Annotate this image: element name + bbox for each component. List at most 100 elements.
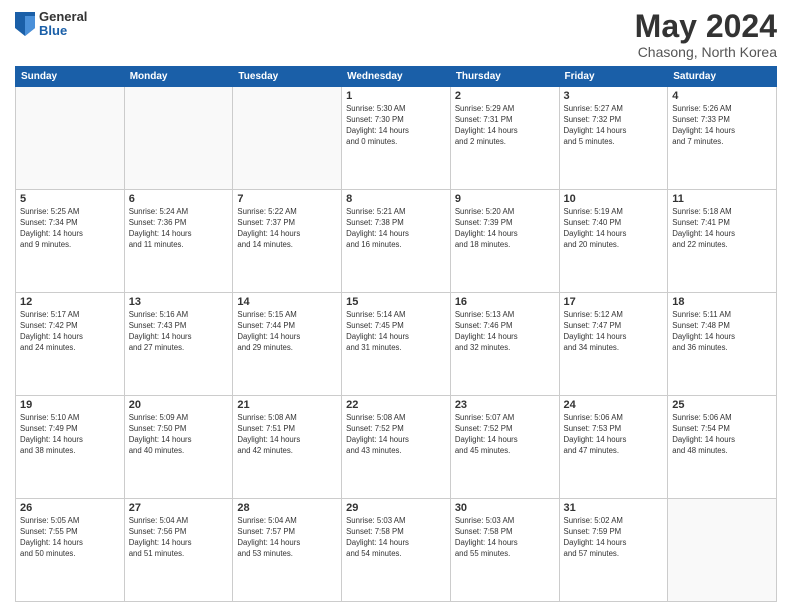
calendar-cell: 7 Sunrise: 5:22 AM Sunset: 7:37 PM Daylig… — [233, 190, 342, 293]
calendar-header-friday: Friday — [559, 67, 668, 87]
calendar-cell — [668, 499, 777, 602]
day-info: Sunrise: 5:09 AM Sunset: 7:50 PM Dayligh… — [129, 413, 229, 457]
day-info: Sunrise: 5:18 AM Sunset: 7:41 PM Dayligh… — [672, 207, 772, 251]
day-info: Sunrise: 5:02 AM Sunset: 7:59 PM Dayligh… — [564, 516, 664, 560]
day-info: Sunrise: 5:13 AM Sunset: 7:46 PM Dayligh… — [455, 310, 555, 354]
day-info: Sunrise: 5:08 AM Sunset: 7:51 PM Dayligh… — [237, 413, 337, 457]
day-number: 21 — [237, 399, 337, 411]
calendar-cell: 19Sunrise: 5:10 AM Sunset: 7:49 PM Dayli… — [16, 396, 125, 499]
day-info: Sunrise: 5:20 AM Sunset: 7:39 PM Dayligh… — [455, 207, 555, 251]
day-number: 4 — [672, 90, 772, 102]
day-info: Sunrise: 5:19 AM Sunset: 7:40 PM Dayligh… — [564, 207, 664, 251]
calendar-cell: 27 Sunrise: 5:04 AM Sunset: 7:56 PM Dayli… — [124, 499, 233, 602]
day-number: 26 — [20, 502, 120, 514]
logo-icon — [15, 12, 35, 36]
day-info: Sunrise: 5:15 AM Sunset: 7:44 PM Dayligh… — [237, 310, 337, 354]
calendar-cell: 30Sunrise: 5:03 AM Sunset: 7:58 PM Dayli… — [450, 499, 559, 602]
day-number: 20 — [129, 399, 229, 411]
day-number: 2 — [455, 90, 555, 102]
day-info: Sunrise: 5:10 AM Sunset: 7:49 PM Dayligh… — [20, 413, 120, 457]
day-info: Sunrise: 5:06 AM Sunset: 7:53 PM Dayligh… — [564, 413, 664, 457]
calendar-cell: 29 Sunrise: 5:03 AM Sunset: 7:58 PM Dayli… — [342, 499, 451, 602]
day-info: Sunrise: 5:12 AM Sunset: 7:47 PM Dayligh… — [564, 310, 664, 354]
calendar-cell: 6 Sunrise: 5:24 AM Sunset: 7:36 PM Daylig… — [124, 190, 233, 293]
day-number: 6 — [129, 193, 229, 205]
logo-text: General Blue — [39, 10, 87, 39]
calendar-cell: 26 Sunrise: 5:05 AM Sunset: 7:55 PM Dayli… — [16, 499, 125, 602]
day-info: Sunrise: 5:25 AM Sunset: 7:34 PM Dayligh… — [20, 207, 120, 251]
day-info: Sunrise: 5:14 AM Sunset: 7:45 PM Dayligh… — [346, 310, 446, 354]
day-number: 7 — [237, 193, 337, 205]
calendar-cell: 12Sunrise: 5:17 AM Sunset: 7:42 PM Dayli… — [16, 293, 125, 396]
day-number: 10 — [564, 193, 664, 205]
day-info: Sunrise: 5:04 AM Sunset: 7:56 PM Dayligh… — [129, 516, 229, 560]
calendar-cell: 13Sunrise: 5:16 AM Sunset: 7:43 PM Dayli… — [124, 293, 233, 396]
day-info: Sunrise: 5:11 AM Sunset: 7:48 PM Dayligh… — [672, 310, 772, 354]
page: General Blue May 2024 Chasong, North Kor… — [0, 0, 792, 612]
calendar-header-row: SundayMondayTuesdayWednesdayThursdayFrid… — [16, 67, 777, 87]
day-number: 8 — [346, 193, 446, 205]
logo-blue-text: Blue — [39, 24, 87, 38]
day-info: Sunrise: 5:29 AM Sunset: 7:31 PM Dayligh… — [455, 104, 555, 148]
day-info: Sunrise: 5:21 AM Sunset: 7:38 PM Dayligh… — [346, 207, 446, 251]
day-info: Sunrise: 5:08 AM Sunset: 7:52 PM Dayligh… — [346, 413, 446, 457]
title-block: May 2024 Chasong, North Korea — [635, 10, 777, 60]
calendar-cell: 4Sunrise: 5:26 AM Sunset: 7:33 PM Daylig… — [668, 87, 777, 190]
day-info: Sunrise: 5:16 AM Sunset: 7:43 PM Dayligh… — [129, 310, 229, 354]
calendar-cell: 20 Sunrise: 5:09 AM Sunset: 7:50 PM Dayli… — [124, 396, 233, 499]
header: General Blue May 2024 Chasong, North Kor… — [15, 10, 777, 60]
day-number: 11 — [672, 193, 772, 205]
day-info: Sunrise: 5:04 AM Sunset: 7:57 PM Dayligh… — [237, 516, 337, 560]
calendar-cell: 18 Sunrise: 5:11 AM Sunset: 7:48 PM Dayli… — [668, 293, 777, 396]
calendar-header-thursday: Thursday — [450, 67, 559, 87]
logo-general-text: General — [39, 10, 87, 24]
calendar-cell: 28 Sunrise: 5:04 AM Sunset: 7:57 PM Dayli… — [233, 499, 342, 602]
day-number: 15 — [346, 296, 446, 308]
calendar-cell: 15 Sunrise: 5:14 AM Sunset: 7:45 PM Dayli… — [342, 293, 451, 396]
day-info: Sunrise: 5:03 AM Sunset: 7:58 PM Dayligh… — [346, 516, 446, 560]
calendar-cell: 9 Sunrise: 5:20 AM Sunset: 7:39 PM Daylig… — [450, 190, 559, 293]
calendar-header-sunday: Sunday — [16, 67, 125, 87]
calendar-cell: 31Sunrise: 5:02 AM Sunset: 7:59 PM Dayli… — [559, 499, 668, 602]
day-info: Sunrise: 5:27 AM Sunset: 7:32 PM Dayligh… — [564, 104, 664, 148]
day-info: Sunrise: 5:07 AM Sunset: 7:52 PM Dayligh… — [455, 413, 555, 457]
calendar-cell: 2 Sunrise: 5:29 AM Sunset: 7:31 PM Daylig… — [450, 87, 559, 190]
calendar-cell: 11 Sunrise: 5:18 AM Sunset: 7:41 PM Dayli… — [668, 190, 777, 293]
calendar-week-2: 12Sunrise: 5:17 AM Sunset: 7:42 PM Dayli… — [16, 293, 777, 396]
calendar-cell: 17Sunrise: 5:12 AM Sunset: 7:47 PM Dayli… — [559, 293, 668, 396]
calendar-cell: 5 Sunrise: 5:25 AM Sunset: 7:34 PM Daylig… — [16, 190, 125, 293]
day-number: 25 — [672, 399, 772, 411]
calendar-cell: 16Sunrise: 5:13 AM Sunset: 7:46 PM Dayli… — [450, 293, 559, 396]
day-number: 1 — [346, 90, 446, 102]
calendar-week-4: 26 Sunrise: 5:05 AM Sunset: 7:55 PM Dayli… — [16, 499, 777, 602]
day-number: 28 — [237, 502, 337, 514]
calendar-cell — [16, 87, 125, 190]
calendar-cell: 14 Sunrise: 5:15 AM Sunset: 7:44 PM Dayli… — [233, 293, 342, 396]
calendar-table: SundayMondayTuesdayWednesdayThursdayFrid… — [15, 66, 777, 602]
calendar-header-monday: Monday — [124, 67, 233, 87]
calendar-cell: 8 Sunrise: 5:21 AM Sunset: 7:38 PM Daylig… — [342, 190, 451, 293]
calendar-cell: 25 Sunrise: 5:06 AM Sunset: 7:54 PM Dayli… — [668, 396, 777, 499]
day-info: Sunrise: 5:05 AM Sunset: 7:55 PM Dayligh… — [20, 516, 120, 560]
day-number: 12 — [20, 296, 120, 308]
day-number: 24 — [564, 399, 664, 411]
calendar-cell: 3 Sunrise: 5:27 AM Sunset: 7:32 PM Daylig… — [559, 87, 668, 190]
calendar-cell: 1Sunrise: 5:30 AM Sunset: 7:30 PM Daylig… — [342, 87, 451, 190]
calendar-cell — [233, 87, 342, 190]
day-info: Sunrise: 5:03 AM Sunset: 7:58 PM Dayligh… — [455, 516, 555, 560]
calendar-week-0: 1Sunrise: 5:30 AM Sunset: 7:30 PM Daylig… — [16, 87, 777, 190]
day-number: 29 — [346, 502, 446, 514]
calendar-cell: 24 Sunrise: 5:06 AM Sunset: 7:53 PM Dayli… — [559, 396, 668, 499]
day-info: Sunrise: 5:22 AM Sunset: 7:37 PM Dayligh… — [237, 207, 337, 251]
calendar-cell: 22Sunrise: 5:08 AM Sunset: 7:52 PM Dayli… — [342, 396, 451, 499]
day-number: 27 — [129, 502, 229, 514]
calendar-header-wednesday: Wednesday — [342, 67, 451, 87]
day-info: Sunrise: 5:06 AM Sunset: 7:54 PM Dayligh… — [672, 413, 772, 457]
day-number: 18 — [672, 296, 772, 308]
calendar-week-3: 19Sunrise: 5:10 AM Sunset: 7:49 PM Dayli… — [16, 396, 777, 499]
day-number: 14 — [237, 296, 337, 308]
day-number: 5 — [20, 193, 120, 205]
day-info: Sunrise: 5:24 AM Sunset: 7:36 PM Dayligh… — [129, 207, 229, 251]
day-number: 9 — [455, 193, 555, 205]
day-number: 3 — [564, 90, 664, 102]
